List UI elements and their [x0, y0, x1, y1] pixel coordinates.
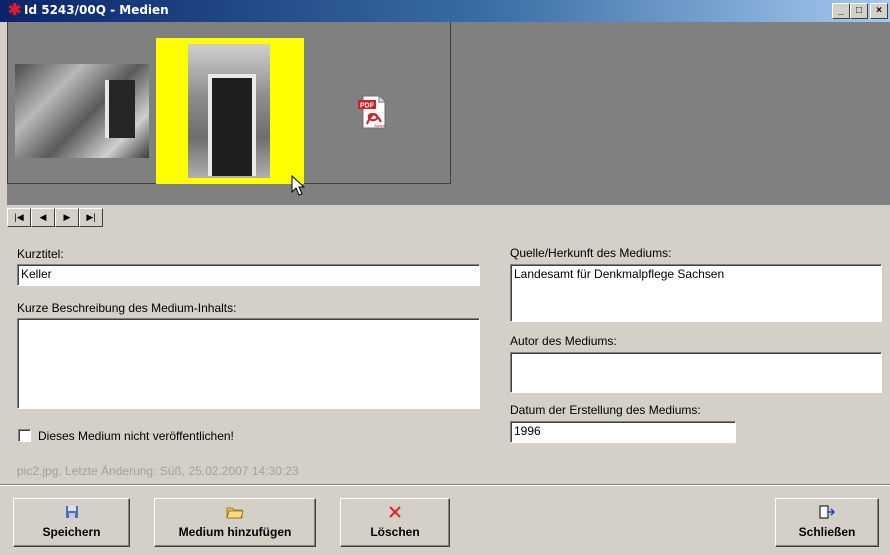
media-thumbnail-2-selected[interactable]: [156, 38, 304, 184]
kurztitel-input[interactable]: Keller: [17, 264, 480, 286]
media-thumbnail-1[interactable]: [15, 64, 149, 158]
nav-prev-button[interactable]: ◀: [31, 208, 55, 227]
close-window-button[interactable]: ×: [870, 3, 888, 19]
add-medium-button[interactable]: Medium hinzufügen: [154, 498, 316, 547]
close-button[interactable]: Schließen: [775, 498, 879, 547]
save-button-label: Speichern: [42, 525, 101, 539]
datum-label: Datum der Erstellung des Mediums:: [510, 403, 701, 417]
mouse-cursor-icon: [291, 175, 305, 196]
folder-open-icon: [155, 505, 315, 521]
delete-button-label: Löschen: [370, 525, 420, 539]
delete-button[interactable]: Löschen: [340, 498, 450, 547]
autor-label: Autor des Mediums:: [510, 334, 617, 348]
window-title: Id 5243/00Q - Medien: [24, 3, 169, 17]
maximize-button[interactable]: □: [850, 3, 868, 19]
save-button[interactable]: Speichern: [13, 498, 130, 547]
nav-first-button[interactable]: |◀: [7, 208, 31, 227]
pdf-label: PDF: [360, 103, 375, 110]
minimize-button[interactable]: _: [832, 3, 850, 19]
nav-next-button[interactable]: ▶: [55, 208, 79, 227]
pdf-file-icon[interactable]: PDF Adobe: [357, 94, 389, 130]
thumbnail-photo-detail: [208, 74, 256, 176]
pdf-brand: Adobe: [374, 123, 386, 128]
autor-textarea[interactable]: [510, 352, 882, 393]
datum-input[interactable]: 1996: [510, 421, 736, 443]
title-bar: ✱ Id 5243/00Q - Medien _ □ ×: [0, 0, 890, 22]
separator: [0, 484, 890, 486]
kurztitel-label: Kurztitel:: [17, 247, 64, 261]
exit-door-icon: [776, 505, 878, 521]
floppy-disk-icon: [14, 505, 129, 521]
app-star-icon: ✱: [8, 2, 22, 19]
media-thumbnail-panel: PDF Adobe: [7, 22, 890, 205]
add-medium-button-label: Medium hinzufügen: [178, 525, 292, 539]
thumbnail-strip: PDF Adobe: [7, 22, 451, 196]
thumbnail-photo-detail: [105, 80, 135, 138]
quelle-label: Quelle/Herkunft des Mediums:: [510, 246, 672, 260]
quelle-textarea[interactable]: Landesamt für Denkmalpflege Sachsen: [510, 264, 882, 322]
nicht-veroeffentlichen-checkbox[interactable]: [18, 429, 31, 442]
nav-last-button[interactable]: ▶|: [79, 208, 103, 227]
red-x-icon: [341, 505, 449, 521]
thumbnail-photo: [188, 44, 270, 178]
checkbox-label: Dieses Medium nicht veröffentlichen!: [38, 429, 234, 443]
beschreibung-textarea[interactable]: [17, 318, 480, 409]
status-text: pic2.jpg, Letzte Änderung: Süß, 25.02.20…: [17, 464, 299, 478]
beschreibung-label: Kurze Beschreibung des Medium-Inhalts:: [17, 301, 237, 315]
close-button-label: Schließen: [798, 525, 856, 539]
